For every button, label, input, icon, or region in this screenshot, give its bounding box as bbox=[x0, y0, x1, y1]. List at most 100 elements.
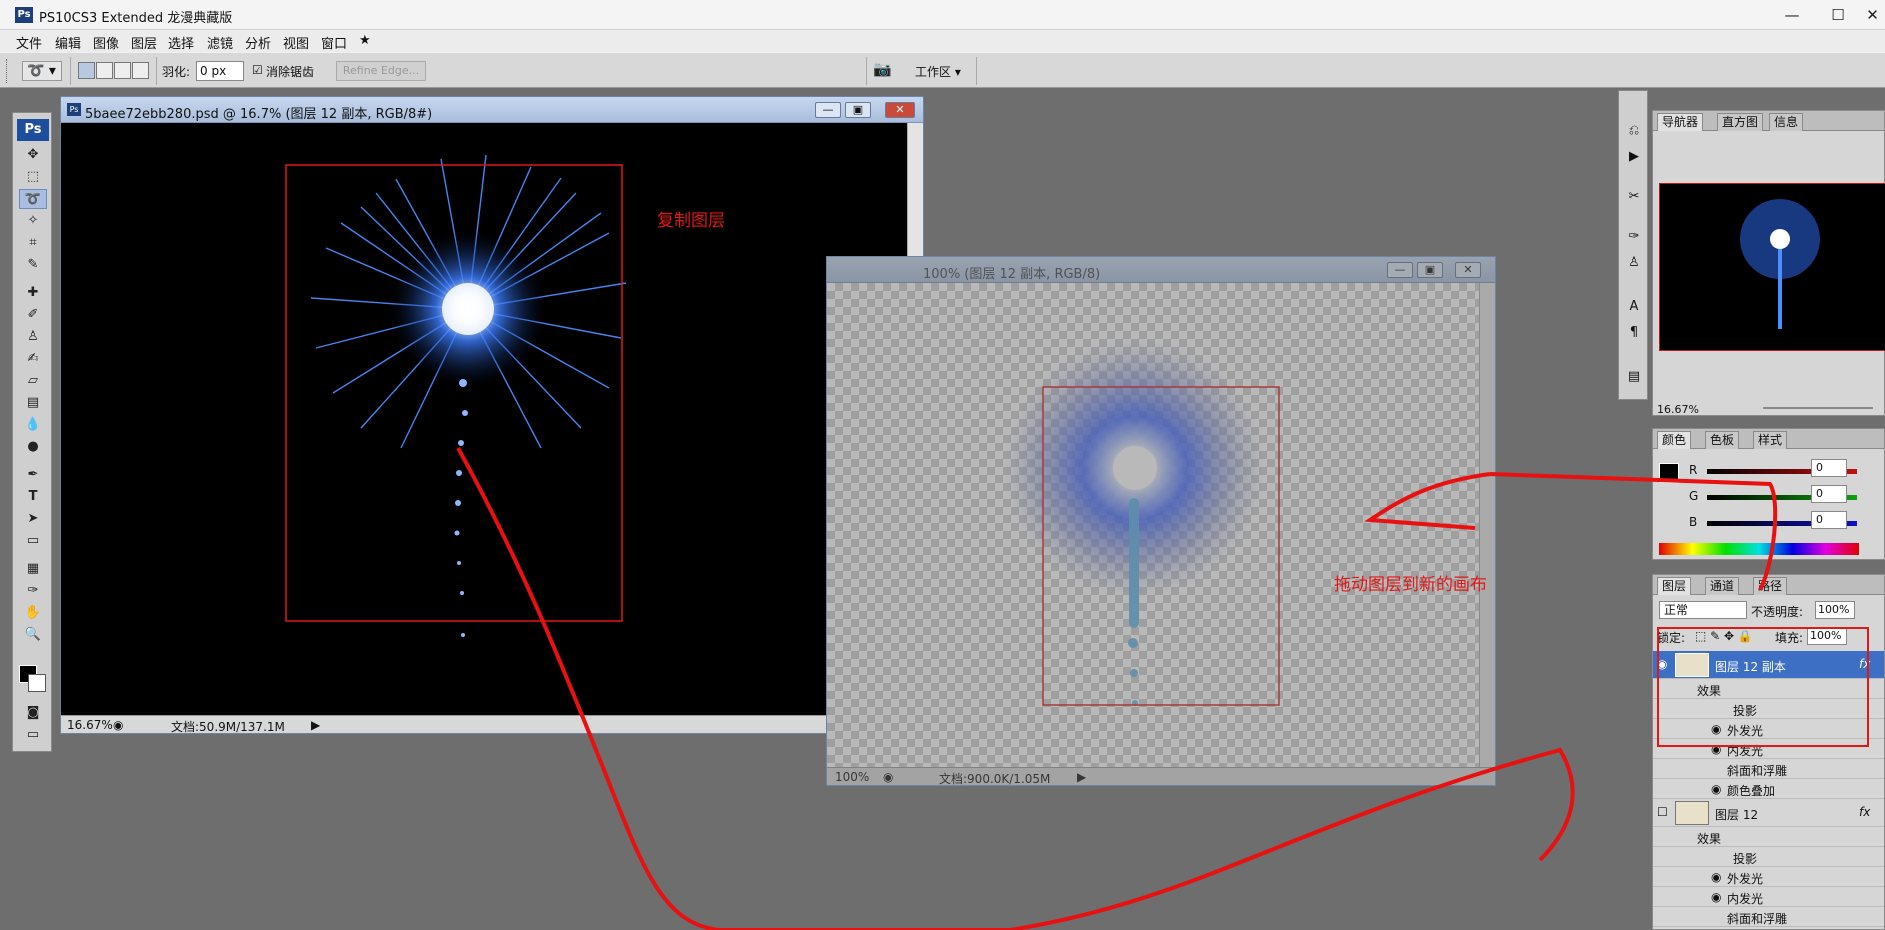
menu-view[interactable]: 视图 bbox=[283, 33, 309, 52]
doc1-maximize-button[interactable]: ▣ bbox=[845, 102, 871, 118]
visibility-box-icon[interactable]: ☐ bbox=[1657, 805, 1668, 819]
quick-mask-icon[interactable]: ◙ bbox=[19, 703, 47, 723]
doc2-status-menu-icon[interactable]: ▶ bbox=[1077, 770, 1086, 784]
menu-layer[interactable]: 图层 bbox=[131, 33, 157, 52]
move-tool-icon[interactable]: ✥ bbox=[19, 145, 47, 165]
dodge-tool-icon[interactable]: ● bbox=[19, 437, 47, 457]
clone-stamp-tool-icon[interactable]: ♙ bbox=[19, 327, 47, 347]
pen-tool-icon[interactable]: ✒ bbox=[19, 465, 47, 485]
effect-eye-icon[interactable]: ◉ bbox=[1711, 722, 1721, 736]
tab-layers[interactable]: 图层 bbox=[1657, 577, 1692, 595]
options-grip[interactable] bbox=[6, 59, 10, 83]
effect-eye-icon[interactable]: ◉ bbox=[1711, 870, 1721, 884]
fx-icon[interactable]: fx bbox=[1859, 657, 1870, 671]
channel-b-value[interactable]: 0 bbox=[1811, 511, 1847, 529]
navigator-preview[interactable] bbox=[1659, 183, 1885, 351]
path-selection-tool-icon[interactable]: ➤ bbox=[19, 509, 47, 529]
subtract-selection-icon[interactable] bbox=[114, 62, 131, 79]
effect-row[interactable]: ◉ 外发光 bbox=[1653, 867, 1884, 887]
doc1-minimize-button[interactable]: — bbox=[815, 102, 841, 118]
menu-analysis[interactable]: 分析 bbox=[245, 33, 271, 52]
feather-input[interactable]: 0 px bbox=[196, 61, 244, 81]
tab-channels[interactable]: 通道 bbox=[1705, 577, 1740, 595]
menu-star[interactable]: ★ bbox=[359, 33, 371, 48]
fx-icon[interactable]: fx bbox=[1859, 805, 1870, 819]
paragraph-panel-icon[interactable]: ¶ bbox=[1624, 323, 1644, 343]
visibility-eye-icon[interactable]: ◉ bbox=[1657, 657, 1667, 671]
refine-edge-button[interactable]: Refine Edge... bbox=[336, 61, 426, 81]
menu-image[interactable]: 图像 bbox=[93, 33, 119, 52]
tab-info[interactable]: 信息 bbox=[1769, 113, 1804, 131]
tab-swatches[interactable]: 色板 bbox=[1705, 431, 1740, 449]
doc1-zoom-field[interactable]: 16.67% bbox=[67, 718, 113, 732]
antialias-checkbox-icon[interactable]: ☑ bbox=[252, 63, 263, 77]
tab-styles[interactable]: 样式 bbox=[1753, 431, 1788, 449]
doc2-close-button[interactable]: ✕ bbox=[1455, 262, 1481, 278]
tool-presets-icon[interactable]: ✂ bbox=[1624, 187, 1644, 207]
shape-tool-icon[interactable]: ▭ bbox=[19, 531, 47, 551]
menu-select[interactable]: 选择 bbox=[168, 33, 194, 52]
actions-panel-icon[interactable]: ▶ bbox=[1624, 147, 1644, 167]
channel-g-value[interactable]: 0 bbox=[1811, 485, 1847, 503]
eyedropper-tool-icon[interactable]: ✑ bbox=[19, 581, 47, 601]
effect-row[interactable]: ◉ 内发光 bbox=[1653, 739, 1884, 759]
history-brush-tool-icon[interactable]: ✍ bbox=[19, 349, 47, 369]
doc1-status-icon[interactable]: ◉ bbox=[113, 718, 123, 732]
tab-histogram[interactable]: 直方图 bbox=[1717, 113, 1764, 131]
workspace-button[interactable]: 工作区 ▾ bbox=[915, 63, 961, 80]
document-1-canvas[interactable] bbox=[61, 123, 908, 717]
effect-row[interactable]: ◉ 外发光 bbox=[1653, 719, 1884, 739]
effect-row[interactable]: ◉ 颜色叠加 bbox=[1653, 779, 1884, 799]
type-tool-icon[interactable]: T bbox=[19, 487, 47, 507]
marquee-tool-icon[interactable]: ⬚ bbox=[19, 167, 47, 187]
new-selection-icon[interactable] bbox=[78, 62, 95, 79]
doc2-zoom-field[interactable]: 100% bbox=[835, 770, 869, 784]
doc1-close-button[interactable]: ✕ bbox=[885, 102, 915, 118]
doc2-minimize-button[interactable]: — bbox=[1387, 262, 1413, 278]
channel-r-value[interactable]: 0 bbox=[1811, 459, 1847, 477]
document-2-canvas[interactable] bbox=[827, 283, 1480, 769]
doc2-maximize-button[interactable]: ▣ bbox=[1417, 262, 1443, 278]
slice-tool-icon[interactable]: ✎ bbox=[19, 255, 47, 275]
effect-eye-icon[interactable]: ◉ bbox=[1711, 742, 1721, 756]
effect-row[interactable]: 投影 bbox=[1653, 847, 1884, 867]
brush-tool-icon[interactable]: ✐ bbox=[19, 305, 47, 325]
lock-icons[interactable]: ⬚ ✎ ✥ 🔒 bbox=[1695, 629, 1753, 643]
effect-row[interactable]: 投影 bbox=[1653, 699, 1884, 719]
crop-tool-icon[interactable]: ⌗ bbox=[19, 233, 47, 253]
menu-filter[interactable]: 滤镜 bbox=[207, 33, 233, 52]
menu-window[interactable]: 窗口 bbox=[321, 33, 347, 52]
document-window-1[interactable]: Ps 5baee72ebb280.psd @ 16.7% (图层 12 副本, … bbox=[60, 96, 924, 734]
zoom-tool-icon[interactable]: 🔍 bbox=[19, 625, 47, 645]
effect-row[interactable]: ◉ 内发光 bbox=[1653, 887, 1884, 907]
character-panel-icon[interactable]: A bbox=[1624, 297, 1644, 317]
tab-paths[interactable]: 路径 bbox=[1753, 577, 1788, 595]
color-fg-swatch[interactable] bbox=[1659, 463, 1679, 483]
effect-eye-icon[interactable]: ◉ bbox=[1711, 890, 1721, 904]
close-button[interactable]: ✕ bbox=[1860, 3, 1885, 27]
history-panel-icon[interactable]: ⎌ bbox=[1624, 121, 1644, 141]
layer-row-selected[interactable]: ◉ 图层 12 副本 fx bbox=[1653, 651, 1884, 679]
effect-row[interactable]: 斜面和浮雕 bbox=[1653, 907, 1884, 927]
notes-tool-icon[interactable]: ▦ bbox=[19, 559, 47, 579]
tab-navigator[interactable]: 导航器 bbox=[1657, 113, 1704, 131]
doc2-status-icon[interactable]: ◉ bbox=[883, 770, 893, 784]
background-color-swatch[interactable] bbox=[28, 674, 46, 692]
document-window-2[interactable]: 100% (图层 12 副本, RGB/8) — ▣ ✕ 100% ◉ 文档:9… bbox=[826, 256, 1496, 786]
brushes-panel-icon[interactable]: ✑ bbox=[1624, 227, 1644, 247]
intersect-selection-icon[interactable] bbox=[132, 62, 149, 79]
menu-edit[interactable]: 编辑 bbox=[55, 33, 81, 52]
menu-file[interactable]: 文件 bbox=[16, 33, 42, 52]
bridge-icon[interactable]: 📷 bbox=[873, 60, 892, 78]
lasso-tool-icon[interactable]: ➰ bbox=[19, 189, 47, 209]
color-ramp[interactable] bbox=[1659, 543, 1859, 555]
navigator-zoom[interactable]: 16.67% bbox=[1657, 403, 1699, 416]
hand-tool-icon[interactable]: ✋ bbox=[19, 603, 47, 623]
blur-tool-icon[interactable]: 💧 bbox=[19, 415, 47, 435]
effect-row[interactable]: 斜面和浮雕 bbox=[1653, 759, 1884, 779]
screen-mode-icon[interactable]: ▭ bbox=[19, 725, 47, 745]
layer-name[interactable]: 图层 12 副本 bbox=[1715, 658, 1786, 675]
document-1-titlebar[interactable]: Ps 5baee72ebb280.psd @ 16.7% (图层 12 副本, … bbox=[61, 97, 923, 123]
maximize-button[interactable]: ☐ bbox=[1816, 3, 1860, 27]
blend-mode-select[interactable]: 正常 bbox=[1659, 601, 1747, 619]
